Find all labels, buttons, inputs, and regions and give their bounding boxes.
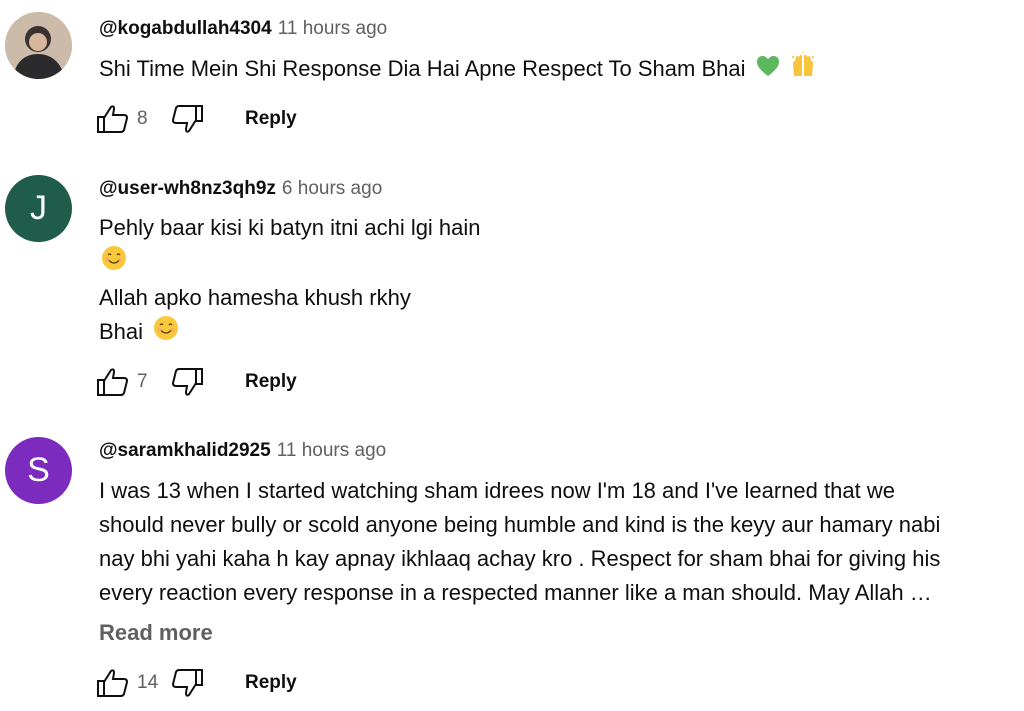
thumbs-down-icon (171, 368, 203, 396)
comment-line: Pehly baar kisi ki batyn itni achi lgi h… (99, 215, 481, 240)
green-heart-icon (756, 53, 780, 87)
like-button[interactable] (95, 365, 131, 399)
thumbs-up-icon (97, 669, 129, 697)
thumbs-down-icon (171, 105, 203, 133)
reply-button[interactable]: Reply (245, 108, 297, 130)
timestamp[interactable]: 11 hours ago (277, 440, 387, 461)
comment-actions: 8 Reply (95, 102, 297, 136)
like-button[interactable] (95, 102, 131, 136)
author-name[interactable]: @user-wh8nz3qh9z (99, 178, 276, 199)
comment-line: I was 13 when I started watching sham id… (99, 478, 895, 503)
avatar-letter: J (30, 189, 47, 227)
avatar-letter: S (27, 451, 50, 489)
comment-header: @saramkhalid2925 11 hours ago (99, 440, 386, 462)
comment-text: Pehly baar kisi ki batyn itni achi lgi h… (99, 211, 999, 351)
comment-line: Shi Time Mein Shi Response Dia Hai Apne … (99, 56, 746, 81)
thumbs-down-icon (171, 669, 203, 697)
like-count: 14 (137, 672, 159, 693)
author-name[interactable]: @kogabdullah4304 (99, 18, 272, 39)
comment-header: @kogabdullah4304 11 hours ago (99, 18, 387, 40)
like-count: 7 (137, 371, 148, 392)
dislike-button[interactable] (169, 102, 205, 136)
like-count: 8 (137, 108, 148, 129)
smiling-face-icon (153, 315, 179, 351)
comment-line: nay bhi yahi kaha h kay apnay ikhlaaq ac… (99, 546, 941, 571)
dislike-button[interactable] (169, 365, 205, 399)
raised-hands-icon (790, 51, 816, 88)
timestamp[interactable]: 11 hours ago (278, 18, 388, 39)
like-button[interactable] (95, 666, 131, 700)
comment-actions: 7 Reply (95, 365, 297, 399)
reply-button[interactable]: Reply (245, 371, 297, 393)
smiling-face-icon (101, 245, 127, 281)
avatar[interactable]: J (5, 175, 72, 242)
thumbs-up-icon (97, 368, 129, 396)
comment-line: Bhai (99, 319, 144, 345)
user-photo-icon (5, 12, 72, 79)
dislike-button[interactable] (169, 666, 205, 700)
thumbs-up-icon (97, 105, 129, 133)
read-more-link[interactable]: Read more (99, 620, 213, 646)
comment-line: Allah apko hamesha khush rkhy (99, 285, 411, 311)
avatar[interactable] (5, 12, 72, 79)
comment-line: should never bully or scold anyone being… (99, 512, 941, 537)
comment-text: I was 13 when I started watching sham id… (99, 474, 999, 610)
author-name[interactable]: @saramkhalid2925 (99, 440, 271, 461)
comment-header: @user-wh8nz3qh9z 6 hours ago (99, 178, 382, 200)
comment-line: every reaction every response in a respe… (99, 580, 932, 605)
comment-actions: 14 Reply (95, 666, 297, 700)
comment-text: Shi Time Mein Shi Response Dia Hai Apne … (99, 51, 999, 88)
timestamp[interactable]: 6 hours ago (282, 178, 382, 199)
reply-button[interactable]: Reply (245, 672, 297, 694)
avatar[interactable]: S (5, 437, 72, 504)
